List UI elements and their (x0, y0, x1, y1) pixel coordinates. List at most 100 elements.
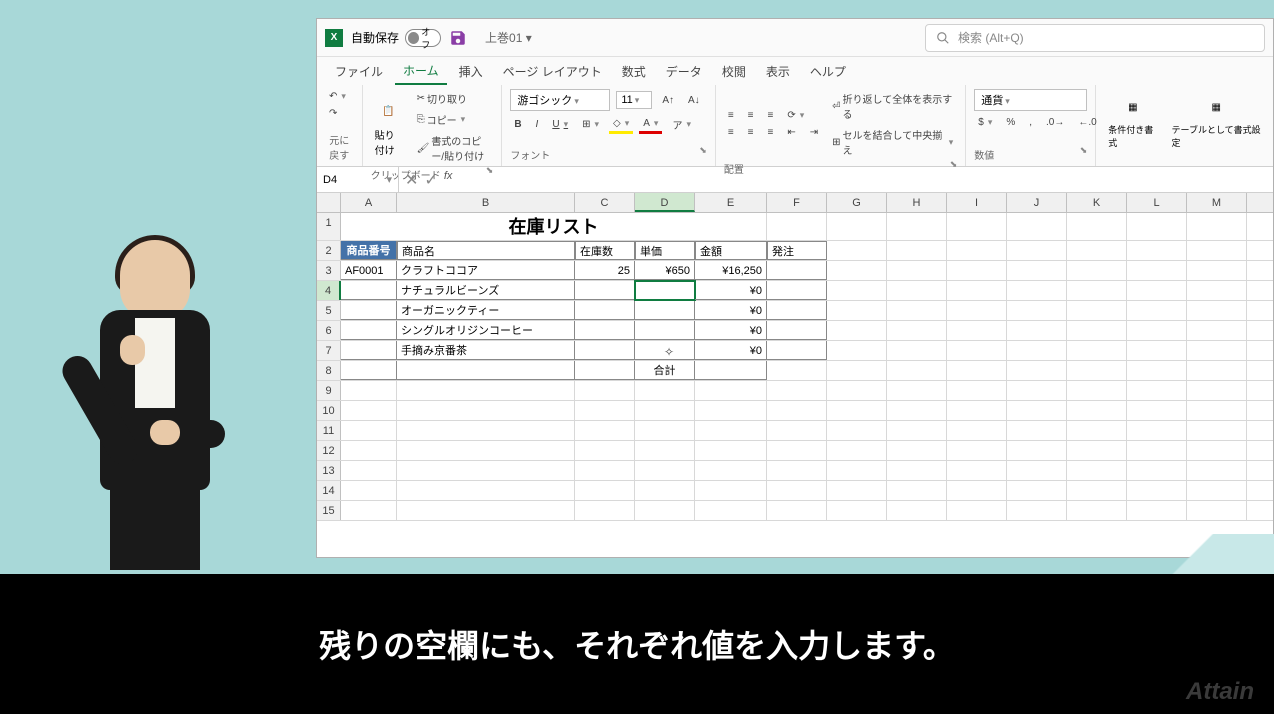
cell[interactable] (827, 441, 887, 460)
cell[interactable] (635, 481, 695, 500)
cell[interactable] (397, 361, 575, 380)
cell[interactable] (575, 501, 635, 520)
col-header-G[interactable]: G (827, 193, 887, 212)
row-header[interactable]: 4 (317, 281, 341, 300)
row-header[interactable]: 15 (317, 501, 341, 520)
font-color-button[interactable]: A (639, 116, 662, 134)
cell[interactable] (1067, 401, 1127, 420)
cell[interactable] (1007, 461, 1067, 480)
cell[interactable] (1187, 461, 1247, 480)
cell[interactable] (341, 301, 397, 320)
menu-file[interactable]: ファイル (327, 59, 391, 84)
cell[interactable] (1127, 341, 1187, 360)
col-header-C[interactable]: C (575, 193, 635, 212)
cell[interactable]: 合計 (635, 361, 695, 380)
cell[interactable] (1187, 481, 1247, 500)
cell[interactable] (1007, 421, 1067, 440)
align-left-button[interactable]: ≡ (724, 125, 738, 140)
cell[interactable] (575, 461, 635, 480)
cell[interactable] (1007, 261, 1067, 280)
cell[interactable] (341, 481, 397, 500)
cell[interactable] (947, 301, 1007, 320)
cell[interactable] (827, 381, 887, 400)
increase-indent-button[interactable]: ⇥ (806, 125, 822, 140)
cell[interactable] (1067, 501, 1127, 520)
col-header-I[interactable]: I (947, 193, 1007, 212)
cell[interactable] (397, 441, 575, 460)
cell[interactable] (1187, 401, 1247, 420)
cell[interactable] (827, 261, 887, 280)
align-top-button[interactable]: ≡ (724, 108, 738, 123)
row-header[interactable]: 2 (317, 241, 341, 260)
cell[interactable] (397, 481, 575, 500)
cell[interactable]: ナチュラルビーンズ (397, 281, 575, 300)
cell[interactable] (575, 421, 635, 440)
cell[interactable] (947, 401, 1007, 420)
cell[interactable] (695, 361, 767, 380)
cell[interactable] (767, 401, 827, 420)
cell[interactable] (947, 241, 1007, 260)
cell[interactable] (767, 421, 827, 440)
cell[interactable] (575, 381, 635, 400)
menu-help[interactable]: ヘルプ (802, 59, 854, 84)
cell[interactable] (397, 461, 575, 480)
conditional-format-button[interactable]: ▦ 条件付き書式 (1104, 89, 1161, 153)
cell[interactable] (341, 501, 397, 520)
cell[interactable]: オーガニックティー (397, 301, 575, 320)
cell[interactable] (1127, 321, 1187, 340)
cell[interactable]: ¥0 (695, 341, 767, 360)
cell[interactable] (1007, 281, 1067, 300)
row-header[interactable]: 1 (317, 213, 341, 240)
format-painter-button[interactable]: 🖌 書式のコピー/貼り付け (413, 131, 494, 165)
font-size-select[interactable]: 11 (616, 91, 652, 109)
cell[interactable] (575, 281, 635, 300)
save-icon[interactable] (449, 29, 467, 47)
clipboard-launcher-icon[interactable]: ⬊ (486, 165, 494, 182)
cell[interactable] (1127, 441, 1187, 460)
menu-insert[interactable]: 挿入 (451, 59, 491, 84)
col-header-F[interactable]: F (767, 193, 827, 212)
cell[interactable] (695, 421, 767, 440)
cell[interactable]: 商品番号 (341, 241, 397, 260)
cell[interactable] (397, 501, 575, 520)
cell[interactable] (947, 261, 1007, 280)
italic-button[interactable]: I (532, 117, 543, 132)
cell[interactable] (1067, 361, 1127, 380)
cell[interactable] (827, 213, 887, 240)
col-header-D[interactable]: D (635, 193, 695, 212)
cell[interactable] (1127, 361, 1187, 380)
cell[interactable] (1127, 481, 1187, 500)
cell[interactable] (1127, 381, 1187, 400)
cell[interactable] (887, 501, 947, 520)
cell[interactable] (341, 441, 397, 460)
cell[interactable] (1187, 421, 1247, 440)
cell[interactable] (695, 461, 767, 480)
cell[interactable] (827, 281, 887, 300)
undo-button[interactable]: ↶ (325, 89, 354, 104)
row-header[interactable]: 6 (317, 321, 341, 340)
cell[interactable] (341, 321, 397, 340)
cell[interactable] (1007, 241, 1067, 260)
cell[interactable] (1127, 421, 1187, 440)
cell[interactable] (1007, 401, 1067, 420)
cell[interactable] (887, 381, 947, 400)
decrease-indent-button[interactable]: ⇤ (783, 125, 799, 140)
cell[interactable] (827, 361, 887, 380)
cell[interactable] (827, 301, 887, 320)
cell[interactable] (887, 441, 947, 460)
cell[interactable]: 在庫数 (575, 241, 635, 260)
cell[interactable] (575, 361, 635, 380)
cell[interactable]: ¥16,250 (695, 261, 767, 280)
autosave-toggle[interactable]: 自動保存 オフ (351, 29, 441, 47)
cell[interactable] (1067, 481, 1127, 500)
cell[interactable] (1007, 501, 1067, 520)
cell[interactable] (635, 401, 695, 420)
cell[interactable] (1007, 213, 1067, 240)
cell[interactable] (575, 401, 635, 420)
cell[interactable] (635, 421, 695, 440)
cell[interactable] (767, 501, 827, 520)
cell[interactable] (1067, 461, 1127, 480)
align-center-button[interactable]: ≡ (744, 125, 758, 140)
phonetic-button[interactable]: ア (668, 115, 695, 134)
cell[interactable] (1187, 261, 1247, 280)
